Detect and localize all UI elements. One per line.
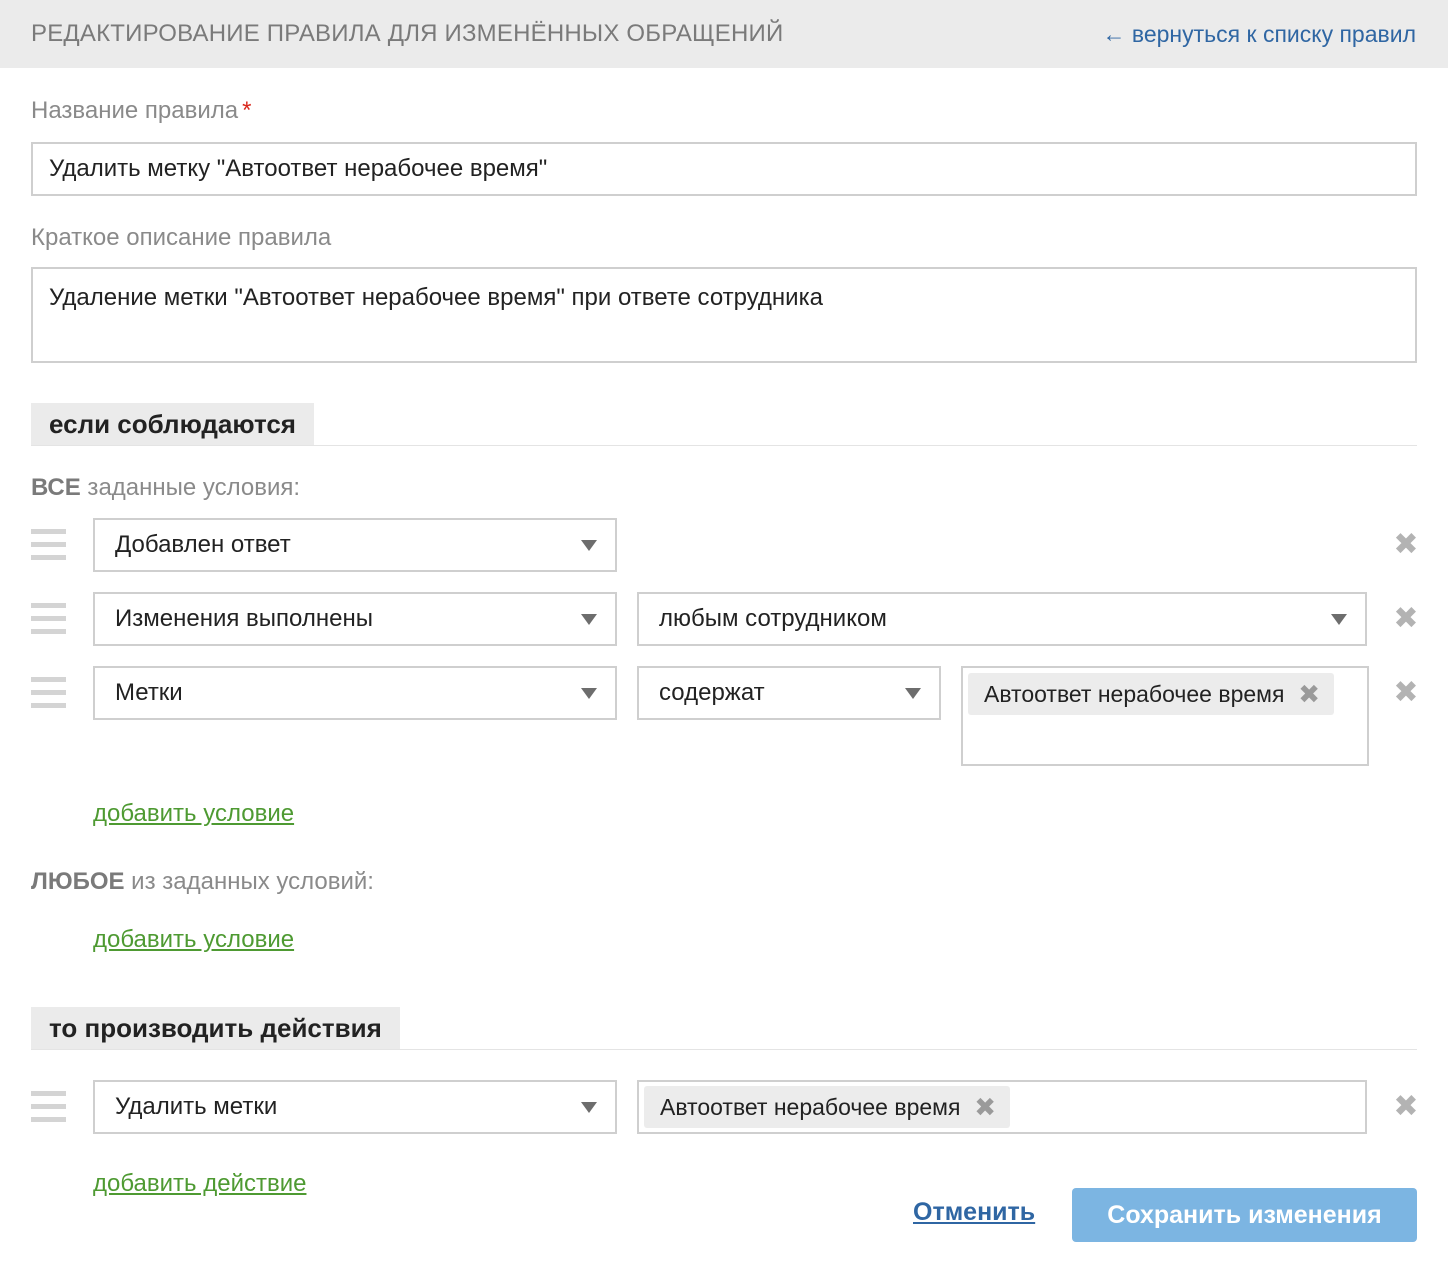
page-header: РЕДАКТИРОВАНИЕ ПРАВИЛА ДЛЯ ИЗМЕНЁННЫХ ОБ…	[0, 0, 1448, 68]
condition-field-select[interactable]: Метки	[93, 666, 617, 720]
tag-chip-label: Автоответ нерабочее время	[660, 1094, 961, 1120]
rule-name-label-text: Название правила	[31, 97, 239, 124]
condition-field-value: Изменения выполнены	[115, 605, 373, 632]
tag-chip-label: Автоответ нерабочее время	[984, 681, 1285, 707]
remove-action-icon[interactable]: ✖	[1393, 1092, 1419, 1122]
save-changes-button[interactable]: Сохранить изменения	[1072, 1188, 1417, 1242]
cancel-button[interactable]: Отменить	[913, 1198, 1035, 1227]
caret-down-icon	[905, 688, 921, 699]
actions-section-title: то производить действия	[31, 1007, 400, 1049]
tag-chip: Автоответ нерабочее время ✖	[644, 1086, 1010, 1128]
all-suffix: заданные условия:	[80, 474, 301, 501]
all-keyword: ВСЕ	[31, 474, 81, 501]
rule-name-input[interactable]: Удалить метку "Автоответ нерабочее время…	[31, 142, 1417, 196]
rule-editor-page: РЕДАКТИРОВАНИЕ ПРАВИЛА ДЛЯ ИЗМЕНЁННЫХ ОБ…	[0, 0, 1448, 1276]
add-all-condition-link[interactable]: добавить условие	[93, 800, 294, 828]
drag-handle-icon[interactable]	[31, 677, 66, 708]
condition-field-select[interactable]: Изменения выполнены	[93, 592, 617, 646]
action-select[interactable]: Удалить метки	[93, 1080, 617, 1134]
drag-handle-icon[interactable]	[31, 529, 66, 560]
condition-value-select[interactable]: любым сотрудником	[637, 592, 1367, 646]
rule-description-input[interactable]: Удаление метки "Автоответ нерабочее врем…	[31, 267, 1417, 363]
actions-section-divider	[31, 1049, 1417, 1050]
caret-down-icon	[1331, 614, 1347, 625]
caret-down-icon	[581, 614, 597, 625]
required-mark: *	[242, 97, 252, 124]
drag-handle-icon[interactable]	[31, 1091, 66, 1122]
condition-operator-value: содержат	[659, 679, 765, 706]
condition-operator-select[interactable]: содержат	[637, 666, 941, 720]
all-conditions-label: ВСЕ заданные условия:	[31, 474, 300, 502]
caret-down-icon	[581, 688, 597, 699]
remove-condition-icon[interactable]: ✖	[1393, 530, 1419, 560]
conditions-section-title: если соблюдаются	[31, 403, 314, 445]
page-title: РЕДАКТИРОВАНИЕ ПРАВИЛА ДЛЯ ИЗМЕНЁННЫХ ОБ…	[31, 20, 784, 47]
condition-field-value: Метки	[115, 679, 183, 706]
action-tags-input[interactable]: Автоответ нерабочее время ✖	[637, 1080, 1367, 1134]
condition-field-select[interactable]: Добавлен ответ	[93, 518, 617, 572]
remove-condition-icon[interactable]: ✖	[1393, 604, 1419, 634]
add-action-link[interactable]: добавить действие	[93, 1170, 306, 1198]
remove-tag-icon[interactable]: ✖	[974, 1086, 996, 1128]
condition-tags-input[interactable]: Автоответ нерабочее время ✖	[961, 666, 1369, 766]
remove-tag-icon[interactable]: ✖	[1298, 673, 1320, 715]
any-suffix: из заданных условий:	[124, 868, 374, 895]
action-value: Удалить метки	[115, 1093, 278, 1120]
rule-name-label: Название правила *	[31, 97, 251, 125]
rule-description-label: Краткое описание правила	[31, 224, 332, 251]
caret-down-icon	[581, 1102, 597, 1113]
conditions-section-divider	[31, 445, 1417, 446]
condition-value-text: любым сотрудником	[659, 605, 887, 632]
remove-condition-icon[interactable]: ✖	[1393, 678, 1419, 708]
condition-field-value: Добавлен ответ	[115, 531, 291, 558]
any-keyword: ЛЮБОЕ	[31, 868, 125, 895]
add-any-condition-link[interactable]: добавить условие	[93, 926, 294, 954]
drag-handle-icon[interactable]	[31, 603, 66, 634]
tag-chip: Автоответ нерабочее время ✖	[968, 673, 1334, 715]
caret-down-icon	[581, 540, 597, 551]
any-conditions-label: ЛЮБОЕ из заданных условий:	[31, 868, 374, 896]
back-to-rules-link[interactable]: ← вернуться к списку правил	[1103, 21, 1417, 48]
